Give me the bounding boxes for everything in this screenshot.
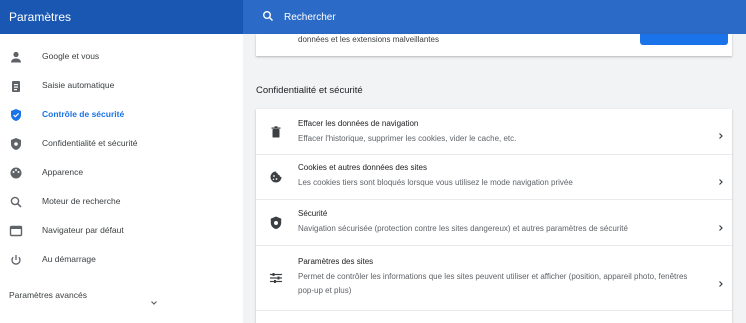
row-title: Effacer les données de navigation [298,119,419,128]
sidebar-item-google-et-vous[interactable]: Google et vous [0,44,243,70]
shield-check-icon [9,108,23,122]
safety-check-text: données et les extensions malveillantes [298,35,439,44]
main-content: données et les extensions malveillantes … [243,34,746,323]
chevron-right-icon [718,219,724,237]
sidebar-item-saisie-automatique[interactable]: Saisie automatique [0,73,243,99]
row-securite[interactable]: Sécurité Navigation sécurisée (protectio… [256,200,732,245]
row-title: Sécurité [298,209,328,218]
row-title: Paramètres des sites [298,257,374,266]
chevron-right-icon [718,127,724,145]
row-cookies[interactable]: Cookies et autres données des sites Les … [256,155,732,199]
trash-icon [268,124,284,140]
row-description: Permet de contrôler les informations que… [298,272,688,295]
sidebar-item-au-demarrage[interactable]: Au démarrage [0,247,243,273]
chevron-right-icon [718,173,724,191]
sidebar: Google et vous Saisie automatique Contrô… [0,34,243,323]
search-bar[interactable] [243,0,746,34]
sidebar-item-label: Navigateur par défaut [42,225,124,235]
palette-icon [9,166,23,180]
sidebar-item-controle-de-securite[interactable]: Contrôle de sécurité [0,102,243,128]
search-icon [9,195,23,209]
search-input[interactable] [284,8,584,26]
sidebar-item-label: Contrôle de sécurité [42,109,125,119]
safety-check-button[interactable] [640,34,728,45]
clipboard-icon [9,79,23,93]
top-bar: Paramètres [0,0,746,34]
divider [256,310,732,311]
row-description: Navigation sécurisée (protection contre … [298,224,628,233]
row-title: Cookies et autres données des sites [298,163,427,172]
sidebar-item-navigateur-par-defaut[interactable]: Navigateur par défaut [0,218,243,244]
privacy-security-card: Effacer les données de navigation Efface… [256,109,732,323]
sidebar-item-moteur-de-recherche[interactable]: Moteur de recherche [0,189,243,215]
sidebar-item-label: Confidentialité et sécurité [42,138,138,148]
row-parametres-sites[interactable]: Paramètres des sites Permet de contrôler… [256,246,732,310]
sidebar-item-label: Apparence [42,167,84,177]
shield-icon [9,137,23,151]
sidebar-item-label: Moteur de recherche [42,196,121,206]
row-description: Effacer l'historique, supprimer les cook… [298,134,517,143]
sidebar-item-label: Au démarrage [42,254,96,264]
person-icon [9,50,23,64]
sidebar-item-apparence[interactable]: Apparence [0,160,243,186]
browser-icon [9,224,23,238]
power-icon [9,253,23,267]
cookie-icon [268,169,284,185]
sidebar-item-confidentialite-et-securite[interactable]: Confidentialité et sécurité [0,131,243,157]
shield-icon [268,215,284,231]
chevron-down-icon[interactable] [150,293,158,311]
app-title: Paramètres [9,10,72,24]
search-icon[interactable] [262,9,274,27]
advanced-settings-toggle[interactable]: Paramètres avancés [9,290,87,300]
sliders-icon [268,270,284,286]
safety-check-card: données et les extensions malveillantes [256,34,732,56]
chevron-right-icon [718,275,724,293]
section-title: Confidentialité et sécurité [256,85,363,96]
sidebar-item-label: Google et vous [42,51,100,61]
sidebar-item-label: Saisie automatique [42,80,115,90]
row-effacer-donnees[interactable]: Effacer les données de navigation Efface… [256,109,732,154]
row-description: Les cookies tiers sont bloqués lorsque v… [298,178,573,187]
